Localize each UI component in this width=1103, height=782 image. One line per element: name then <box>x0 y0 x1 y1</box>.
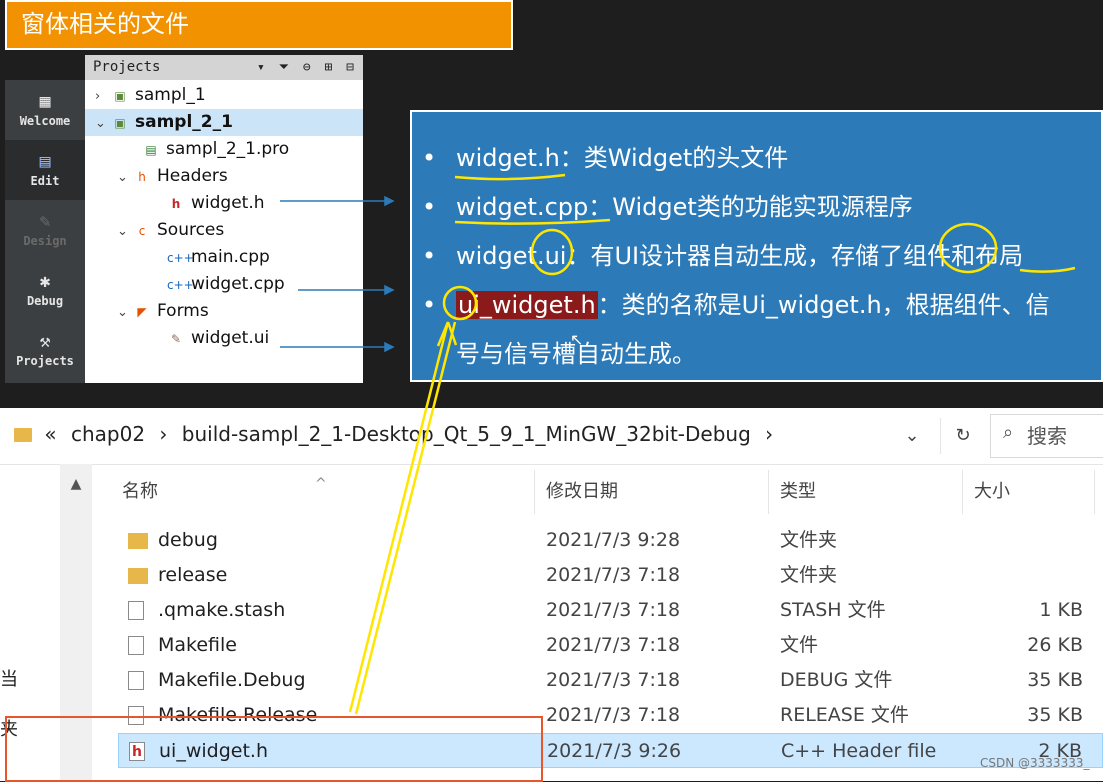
annotation-layer <box>280 173 1076 715</box>
connector-arrows <box>280 195 395 353</box>
watermark: CSDN @3333333_ <box>980 756 1090 770</box>
cursor-icon: ↖ <box>570 330 584 349</box>
yellow-marks <box>348 173 1076 715</box>
